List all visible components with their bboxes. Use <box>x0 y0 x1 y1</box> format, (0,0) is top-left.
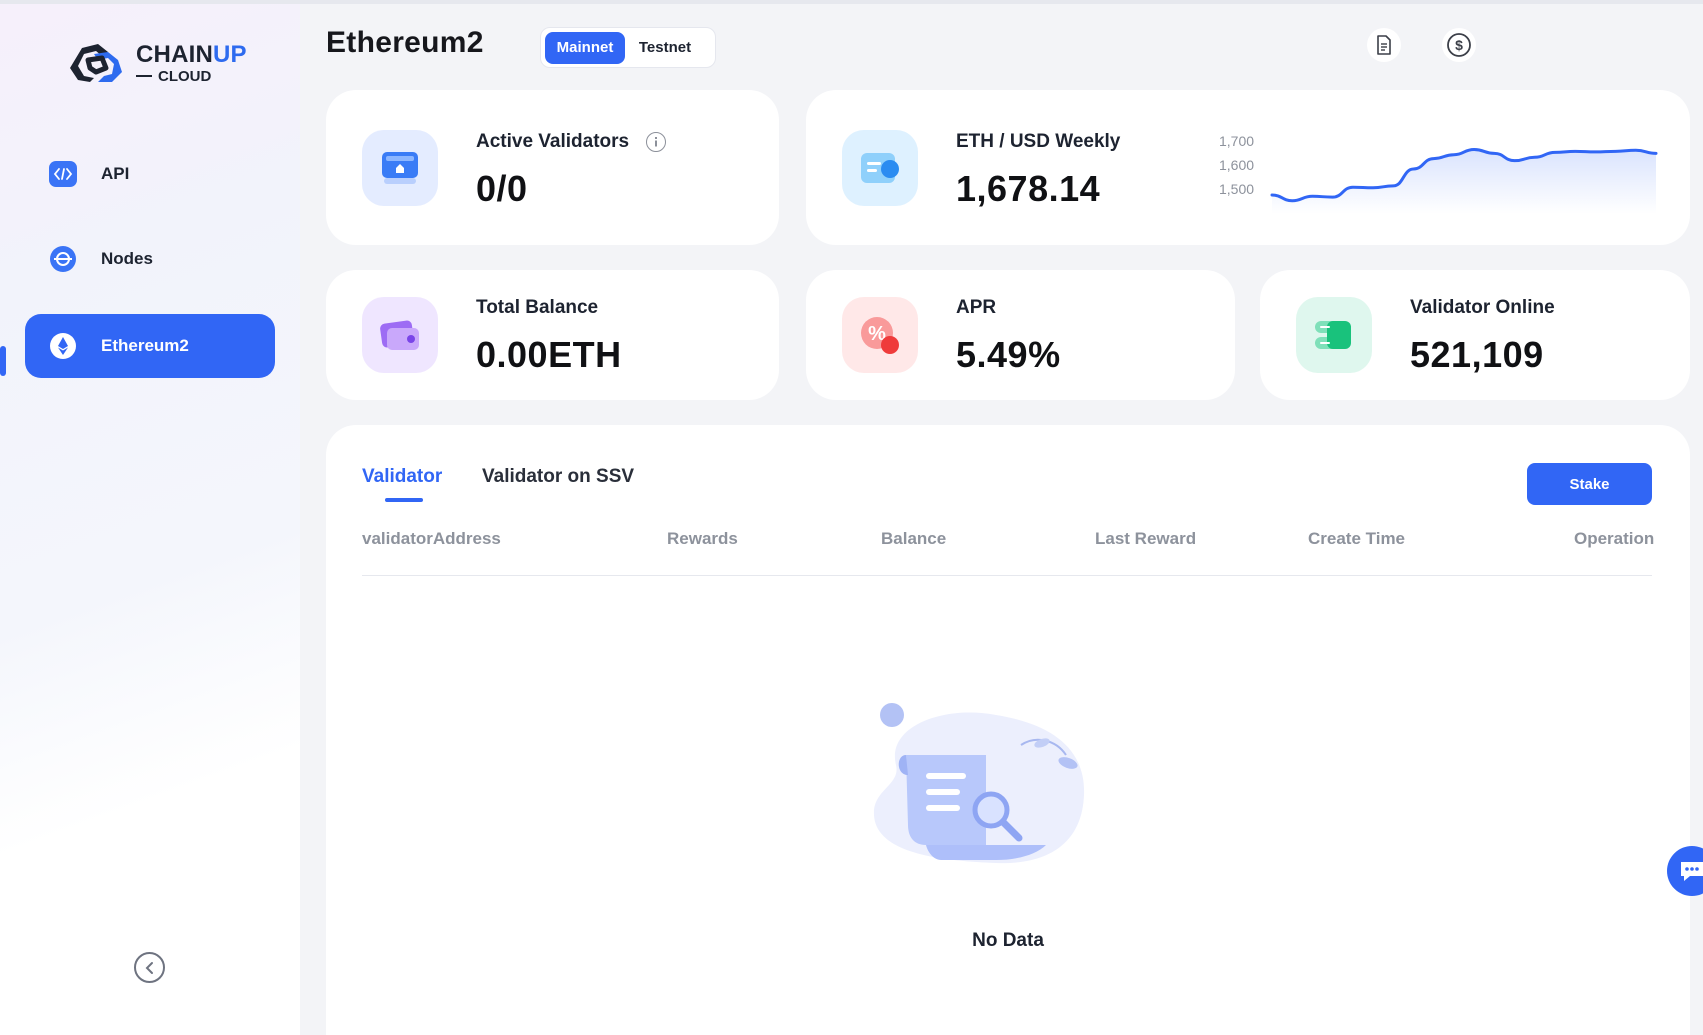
column-header-last-reward: Last Reward <box>1095 529 1197 548</box>
server-icon <box>1296 297 1372 373</box>
stake-button[interactable]: Stake <box>1527 463 1652 505</box>
sidebar-item-ethereum2[interactable]: Ethereum2 <box>25 314 275 378</box>
eth-usd-value: 1,678.14 <box>956 168 1101 209</box>
column-header-rewards: Rewards <box>667 529 738 548</box>
code-icon <box>49 160 77 188</box>
apr-card: % APR 5.49% <box>806 270 1235 400</box>
chevron-left-icon <box>145 961 153 974</box>
ethereum-icon <box>49 332 77 360</box>
eth-usd-sparkline <box>1270 148 1658 214</box>
node-icon <box>49 245 77 273</box>
y-tick-label: 1,700 <box>1219 133 1255 149</box>
tab-underline <box>385 498 423 502</box>
validator-online-card: Validator Online 521,109 <box>1260 270 1690 400</box>
eth-usd-label: ETH / USD Weekly <box>956 131 1121 152</box>
sidebar: CHAINUP CLOUD API Nodes Ethereum2 <box>0 4 300 1035</box>
active-validators-card: Active Validators 0/0 <box>326 90 779 245</box>
empty-state-text: No Data <box>972 930 1044 951</box>
network-switch: Mainnet Testnet <box>540 27 716 68</box>
sidebar-item-label: Nodes <box>101 249 153 268</box>
eth-usd-card: ETH / USD Weekly 1,678.14 1,700 1,600 1,… <box>806 90 1690 245</box>
document-icon <box>1377 35 1391 55</box>
validator-panel: Validator Validator on SSV Stake validat… <box>326 425 1690 1035</box>
testnet-toggle[interactable]: Testnet <box>625 32 705 64</box>
total-balance-label: Total Balance <box>476 297 599 318</box>
sparkline-area <box>1272 149 1656 214</box>
y-tick-label: 1,600 <box>1219 157 1255 173</box>
sidebar-item-api[interactable]: API <box>25 142 275 206</box>
tab-validator-on-ssv[interactable]: Validator on SSV <box>482 466 634 488</box>
no-data-illustration <box>873 703 1085 864</box>
validator-online-label: Validator Online <box>1410 297 1555 318</box>
chat-icon <box>1681 862 1703 881</box>
total-balance-card: Total Balance 0.00ETH <box>326 270 779 400</box>
sidebar-item-label: Ethereum2 <box>101 336 189 355</box>
docs-button[interactable] <box>1367 28 1401 62</box>
active-validators-label: Active Validators <box>476 131 630 152</box>
price-icon <box>842 130 918 206</box>
wallet-icon <box>362 297 438 373</box>
logo-subtitle: CLOUD <box>158 67 212 85</box>
validator-icon <box>362 130 438 206</box>
table-header-divider <box>362 575 1652 576</box>
logo-name: CHAIN <box>136 40 213 68</box>
y-tick-label: 1,500 <box>1219 181 1255 197</box>
active-nav-marker <box>0 346 6 376</box>
apr-value: 5.49% <box>956 334 1061 375</box>
mainnet-toggle[interactable]: Mainnet <box>545 31 625 64</box>
svg-text:$: $ <box>1455 37 1463 53</box>
tab-validator[interactable]: Validator <box>362 466 442 488</box>
chainup-logo[interactable]: CHAINUP CLOUD <box>64 42 247 84</box>
column-header-create-time: Create Time <box>1308 529 1406 548</box>
total-balance-value: 0.00ETH <box>476 334 622 375</box>
active-validators-value: 0/0 <box>476 168 528 209</box>
chainup-logo-icon <box>70 44 122 82</box>
billing-button[interactable]: $ <box>1442 28 1476 62</box>
logo-name-accent: UP <box>213 40 247 68</box>
dollar-icon: $ <box>1447 33 1471 57</box>
info-icon[interactable] <box>646 132 666 152</box>
page-title: Ethereum2 <box>326 26 484 59</box>
sidebar-item-nodes[interactable]: Nodes <box>25 227 275 291</box>
validator-online-value: 521,109 <box>1410 334 1544 375</box>
column-header-balance: Balance <box>881 529 947 548</box>
apr-label: APR <box>956 297 997 318</box>
column-header-validator-address: validatorAddress <box>362 529 501 548</box>
percent-icon: % <box>842 297 918 373</box>
sidebar-item-label: API <box>101 164 130 183</box>
column-header-operation: Operation <box>1574 529 1655 548</box>
collapse-sidebar-button[interactable] <box>134 952 165 983</box>
